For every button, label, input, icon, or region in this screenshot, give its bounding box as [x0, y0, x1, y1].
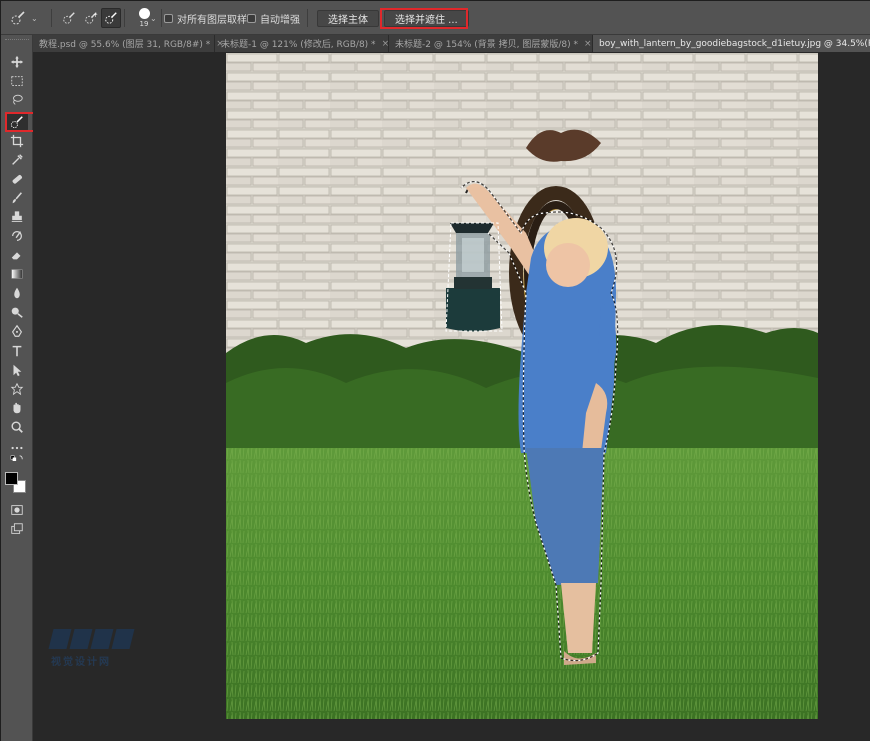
lasso-icon [13, 94, 23, 105]
eyedropper-icon [12, 154, 23, 165]
brush-chevron-down-icon[interactable]: ⌄ [150, 14, 157, 23]
tab-label: 教程.psd @ 55.6% (图层 31, RGB/8#) * [39, 40, 211, 50]
close-icon[interactable]: × [584, 39, 592, 49]
history-brush-icon [12, 231, 22, 241]
marquee-icon [11, 76, 23, 86]
history-brush-tool[interactable] [6, 227, 28, 245]
arrow-pointer-icon [13, 364, 22, 377]
divider [161, 9, 162, 27]
brush-add-icon: + [85, 12, 98, 24]
lawn-texture [226, 448, 818, 719]
divider [307, 9, 308, 27]
stamp-icon [11, 211, 23, 222]
auto-enhance-checkbox[interactable]: 自动增强 [247, 11, 300, 26]
checkbox-box [247, 13, 256, 23]
swap-colors-icon [10, 455, 23, 461]
type-icon [12, 345, 22, 357]
eraser-tool[interactable] [6, 246, 28, 264]
toolbox-grip[interactable] [5, 39, 29, 45]
photoshop-window: ⌄ + 19 ⌄ 对所有图层取样 自动增强 选择主体 选择并遮住 ... 教程.… [0, 0, 870, 741]
sample-all-layers-checkbox[interactable]: 对所有图层取样 [164, 11, 247, 26]
shape-tool[interactable] [6, 380, 28, 398]
lasso-tool[interactable] [6, 91, 28, 109]
canvas-photo-boy-with-lantern[interactable] [226, 53, 818, 719]
svg-text:+: + [93, 12, 98, 19]
path-selection-tool[interactable] [6, 361, 28, 379]
highlight-box-select-mask [380, 8, 468, 29]
highlight-box-quick-selection [5, 112, 35, 132]
options-bar: ⌄ + 19 ⌄ 对所有图层取样 自动增强 选择主体 选择并遮住 ... [1, 1, 870, 35]
quick-mask-icon [11, 505, 23, 515]
screen-mode-button[interactable] [6, 520, 28, 538]
document-tab-active[interactable]: boy_with_lantern_by_goodiebagstock_d1iet… [593, 35, 870, 52]
type-tool[interactable] [6, 342, 28, 360]
magnifier-icon [11, 421, 23, 433]
custom-shape-icon [10, 382, 24, 396]
marquee-tool[interactable] [6, 72, 28, 90]
color-swatches[interactable] [5, 472, 27, 494]
screen-mode-icon [11, 523, 23, 534]
crop-tool[interactable] [6, 132, 28, 150]
subtract-from-selection-button[interactable] [101, 8, 121, 28]
watermark-mark [48, 629, 141, 649]
healing-brush-tool[interactable] [6, 170, 28, 188]
eraser-icon [11, 252, 21, 260]
quick-mask-button[interactable] [6, 501, 28, 519]
gradient-tool[interactable] [6, 265, 28, 283]
tab-label: boy_with_lantern_by_goodiebagstock_d1iet… [599, 38, 870, 49]
brush-new-icon [63, 12, 75, 24]
crop-icon [10, 134, 24, 148]
tab-label: 未标题-2 @ 154% (背景 拷贝, 图层蒙版/8) * [395, 40, 579, 50]
select-subject-button[interactable]: 选择主体 [317, 9, 379, 27]
drop-icon [14, 287, 20, 299]
divider [124, 9, 125, 27]
quick-selection-icon [7, 7, 29, 29]
hand-tool[interactable] [6, 399, 28, 417]
toolbox [1, 35, 33, 741]
foreground-color-swatch[interactable] [5, 472, 18, 485]
move-tool[interactable] [6, 53, 28, 71]
document-tabs: 教程.psd @ 55.6% (图层 31, RGB/8#) * × 未标题-1… [33, 35, 870, 52]
hand-icon [13, 402, 21, 414]
photo-content [226, 53, 818, 719]
eyedropper-tool[interactable] [6, 151, 28, 169]
bandage-icon [12, 175, 22, 184]
more-dots-icon [11, 446, 23, 450]
blur-tool[interactable] [6, 284, 28, 302]
pen-icon [11, 324, 23, 337]
dodge-tool[interactable] [6, 303, 28, 321]
brush-subtract-icon [105, 12, 117, 24]
chevron-down-icon: ⌄ [31, 13, 38, 23]
zoom-tool[interactable] [6, 418, 28, 436]
tab-label: 未标题-1 @ 121% (修改后, RGB/8) * [221, 40, 376, 50]
watermark-text: 视觉设计网 [51, 657, 111, 668]
new-selection-button[interactable] [59, 8, 79, 28]
gradient-icon [11, 269, 23, 279]
tool-preset-picker[interactable]: ⌄ [7, 1, 47, 35]
document-tab[interactable]: 未标题-1 @ 121% (修改后, RGB/8) * × [215, 35, 389, 52]
close-icon[interactable]: × [382, 39, 390, 49]
auto-enhance-label: 自动增强 [260, 14, 300, 26]
swap-colors-button[interactable] [6, 455, 28, 467]
clone-stamp-tool[interactable] [6, 208, 28, 226]
document-tab[interactable]: 未标题-2 @ 154% (背景 拷贝, 图层蒙版/8) * × [389, 35, 593, 52]
dodge-icon [11, 307, 23, 318]
document-tab[interactable]: 教程.psd @ 55.6% (图层 31, RGB/8#) * × [33, 35, 224, 52]
watermark-logo: 视觉设计网 [48, 629, 141, 675]
brush-icon [12, 192, 22, 204]
checkbox-box [164, 13, 173, 23]
sample-all-layers-label: 对所有图层取样 [177, 14, 247, 26]
brush-tool[interactable] [6, 189, 28, 207]
move-icon [10, 55, 24, 69]
divider [51, 9, 52, 27]
add-to-selection-button[interactable]: + [81, 8, 101, 28]
pen-tool[interactable] [6, 322, 28, 340]
